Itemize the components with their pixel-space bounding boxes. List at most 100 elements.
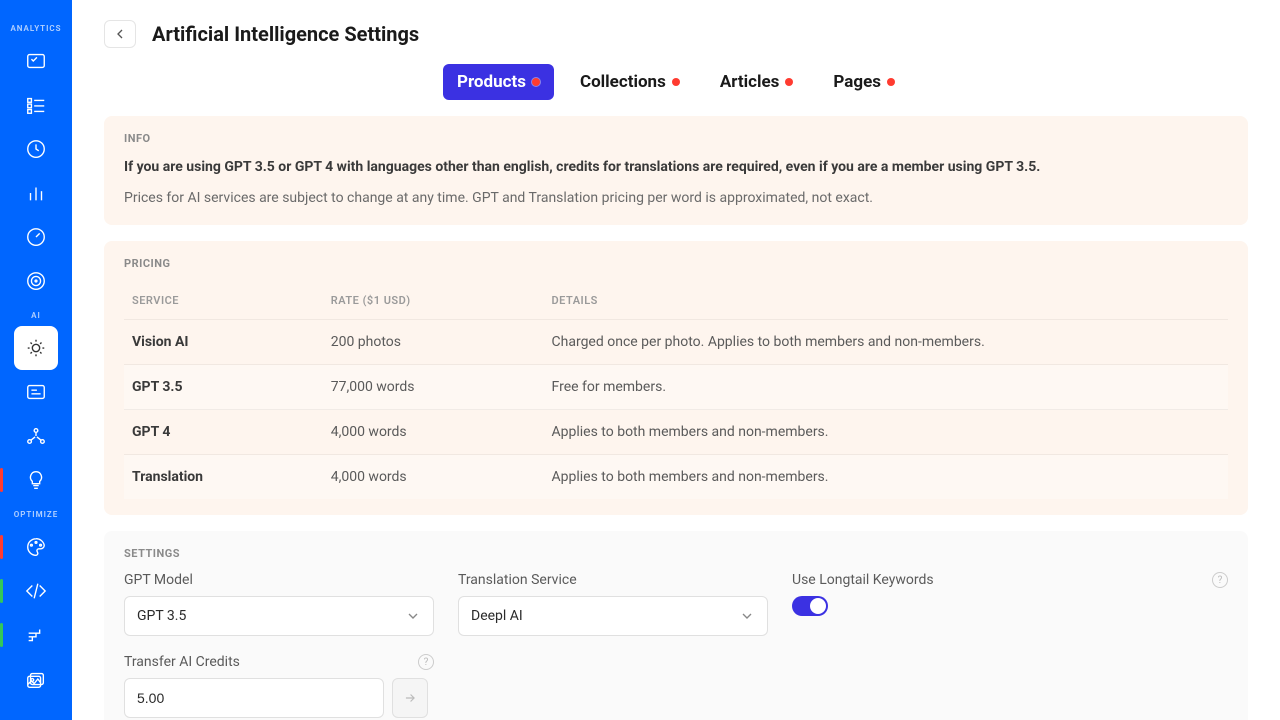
sidebar-item-network[interactable] bbox=[14, 414, 58, 458]
cell-service: GPT 3.5 bbox=[124, 365, 323, 410]
cell-rate: 4,000 words bbox=[323, 410, 544, 455]
settings-card: SETTINGS GPT Model GPT 3.5 Translation S… bbox=[104, 531, 1248, 720]
card-icon bbox=[25, 381, 47, 403]
cell-rate: 4,000 words bbox=[323, 455, 544, 500]
field-label: Translation Service bbox=[458, 572, 768, 588]
card-title: INFO bbox=[124, 132, 1228, 145]
sidebar-item-palette[interactable] bbox=[14, 525, 58, 569]
field-gpt-model: GPT Model GPT 3.5 bbox=[124, 572, 434, 636]
brain-gear-icon bbox=[25, 337, 47, 359]
sidebar-item-idea[interactable] bbox=[14, 458, 58, 502]
card-title: PRICING bbox=[124, 257, 1228, 270]
field-longtail: Use Longtail Keywords ? bbox=[792, 572, 1228, 636]
sidebar-item-images[interactable] bbox=[14, 657, 58, 701]
cell-details: Applies to both members and non-members. bbox=[544, 455, 1228, 500]
field-label: GPT Model bbox=[124, 572, 434, 588]
table-row: Translation 4,000 words Applies to both … bbox=[124, 455, 1228, 500]
list-icon bbox=[25, 94, 47, 116]
page-header: Artificial Intelligence Settings bbox=[104, 20, 1248, 48]
help-icon[interactable]: ? bbox=[418, 654, 434, 670]
transfer-credits-input[interactable] bbox=[124, 678, 384, 718]
arrow-left-icon bbox=[112, 26, 128, 42]
tab-label: Articles bbox=[720, 72, 780, 92]
cell-details: Free for members. bbox=[544, 365, 1228, 410]
status-indicator bbox=[0, 535, 3, 559]
status-indicator bbox=[0, 468, 3, 492]
sidebar-item-checklist[interactable] bbox=[14, 39, 58, 83]
pricing-card: PRICING SERVICE RATE ($1 USD) DETAILS Vi… bbox=[104, 241, 1248, 515]
status-dot bbox=[785, 78, 793, 86]
field-label-row: Transfer AI Credits ? bbox=[124, 654, 434, 670]
palette-icon bbox=[25, 536, 47, 558]
transfer-submit-button[interactable] bbox=[392, 678, 428, 718]
col-details: DETAILS bbox=[544, 282, 1228, 320]
gauge-icon bbox=[25, 226, 47, 248]
sidebar-item-stack[interactable] bbox=[14, 613, 58, 657]
network-icon bbox=[25, 425, 47, 447]
table-row: Vision AI 200 photos Charged once per ph… bbox=[124, 320, 1228, 365]
sidebar-item-history[interactable] bbox=[14, 127, 58, 171]
sidebar-section-ai: AI bbox=[31, 311, 41, 320]
status-indicator bbox=[0, 623, 3, 647]
main-content: Artificial Intelligence Settings Product… bbox=[72, 0, 1280, 720]
sidebar-item-card[interactable] bbox=[14, 370, 58, 414]
settings-row: GPT Model GPT 3.5 Translation Service De… bbox=[124, 572, 1228, 636]
sidebar-item-code[interactable] bbox=[14, 569, 58, 613]
info-text: Prices for AI services are subject to ch… bbox=[124, 188, 1228, 209]
chevron-down-icon bbox=[405, 608, 421, 624]
chevron-down-icon bbox=[739, 608, 755, 624]
sidebar-item-speed[interactable] bbox=[14, 215, 58, 259]
card-title: SETTINGS bbox=[124, 547, 1228, 560]
back-button[interactable] bbox=[104, 20, 136, 48]
field-label: Use Longtail Keywords bbox=[792, 572, 934, 588]
info-card: INFO If you are using GPT 3.5 or GPT 4 w… bbox=[104, 116, 1248, 225]
tab-label: Products bbox=[457, 72, 526, 92]
arrow-right-icon bbox=[403, 691, 417, 705]
status-indicator bbox=[0, 579, 3, 603]
gpt-model-select[interactable]: GPT 3.5 bbox=[124, 596, 434, 636]
clock-icon bbox=[25, 138, 47, 160]
sidebar-item-chart[interactable] bbox=[14, 171, 58, 215]
sidebar: ANALYTICS AI OPTIMIZE bbox=[0, 0, 72, 720]
tab-articles[interactable]: Articles bbox=[706, 64, 808, 100]
field-transfer-credits: Transfer AI Credits ? bbox=[124, 654, 434, 718]
settings-row: Transfer AI Credits ? bbox=[124, 654, 1228, 718]
pricing-table: SERVICE RATE ($1 USD) DETAILS Vision AI … bbox=[124, 282, 1228, 499]
status-dot bbox=[887, 78, 895, 86]
col-rate: RATE ($1 USD) bbox=[323, 282, 544, 320]
tab-label: Collections bbox=[580, 72, 666, 92]
sidebar-item-ai-settings[interactable] bbox=[14, 326, 58, 370]
table-row: GPT 3.5 77,000 words Free for members. bbox=[124, 365, 1228, 410]
field-label-row: Use Longtail Keywords ? bbox=[792, 572, 1228, 588]
sidebar-item-target[interactable] bbox=[14, 259, 58, 303]
code-icon bbox=[25, 580, 47, 602]
cell-service: Vision AI bbox=[124, 320, 323, 365]
tab-collections[interactable]: Collections bbox=[566, 64, 694, 100]
cell-rate: 77,000 words bbox=[323, 365, 544, 410]
translation-service-select[interactable]: Deepl AI bbox=[458, 596, 768, 636]
sidebar-section-optimize: OPTIMIZE bbox=[14, 510, 59, 519]
cell-rate: 200 photos bbox=[323, 320, 544, 365]
bar-chart-icon bbox=[25, 182, 47, 204]
status-dot bbox=[672, 78, 680, 86]
sidebar-item-list[interactable] bbox=[14, 83, 58, 127]
sidebar-section-analytics: ANALYTICS bbox=[10, 24, 61, 33]
target-icon bbox=[25, 270, 47, 292]
status-dot bbox=[532, 78, 540, 86]
images-icon bbox=[25, 668, 47, 690]
tab-products[interactable]: Products bbox=[443, 64, 554, 100]
select-value: GPT 3.5 bbox=[137, 608, 186, 624]
longtail-toggle[interactable] bbox=[792, 596, 828, 616]
cell-service: GPT 4 bbox=[124, 410, 323, 455]
help-icon[interactable]: ? bbox=[1212, 572, 1228, 588]
field-translation-service: Translation Service Deepl AI bbox=[458, 572, 768, 636]
field-label: Transfer AI Credits bbox=[124, 654, 240, 670]
lightbulb-icon bbox=[25, 469, 47, 491]
info-bold-text: If you are using GPT 3.5 or GPT 4 with l… bbox=[124, 157, 1228, 178]
page-title: Artificial Intelligence Settings bbox=[152, 22, 419, 46]
select-value: Deepl AI bbox=[471, 608, 523, 624]
tab-pages[interactable]: Pages bbox=[819, 64, 909, 100]
cell-details: Applies to both members and non-members. bbox=[544, 410, 1228, 455]
tabs: Products Collections Articles Pages bbox=[104, 64, 1248, 100]
checklist-icon bbox=[25, 50, 47, 72]
